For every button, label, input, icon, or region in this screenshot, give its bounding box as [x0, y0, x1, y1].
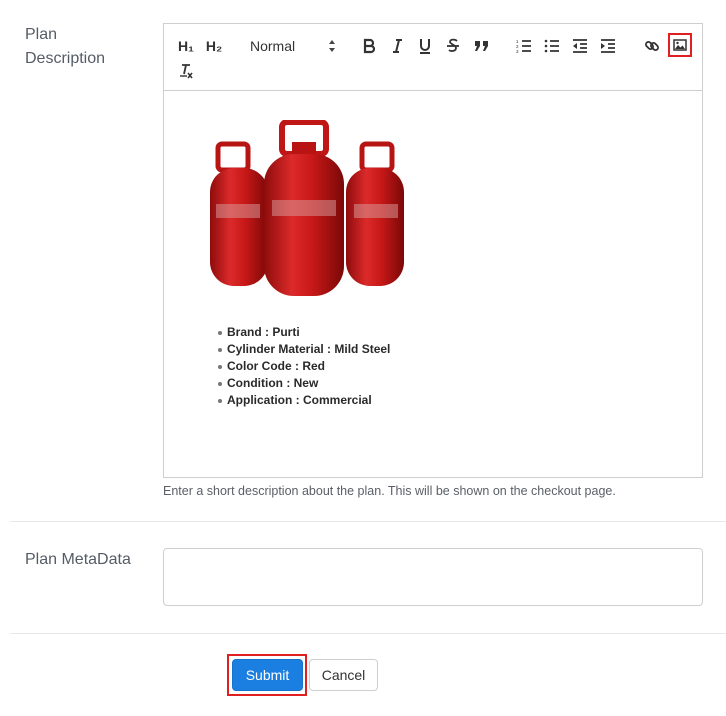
- italic-icon: [390, 38, 404, 54]
- format-select-value: Normal: [250, 38, 296, 54]
- gas-cylinders-image: [204, 119, 414, 300]
- section-divider: [10, 633, 726, 634]
- bullet-list-icon: [544, 39, 560, 53]
- blockquote-button[interactable]: [472, 35, 492, 57]
- clear-format-button[interactable]: [176, 60, 196, 82]
- bullet-list-button[interactable]: [542, 35, 562, 57]
- blockquote-icon: [474, 39, 490, 53]
- plan-description-label-line1: Plan: [25, 26, 58, 43]
- ordered-list-icon: 123: [516, 39, 532, 53]
- underline-icon: [418, 38, 432, 54]
- link-button[interactable]: [642, 35, 662, 57]
- list-item: Brand : Purti: [216, 324, 390, 341]
- cancel-button[interactable]: Cancel: [309, 659, 378, 691]
- plan-description-label: Plan Description: [25, 23, 105, 71]
- list-item: Cylinder Material : Mild Steel: [216, 341, 390, 358]
- list-item: Application : Commercial: [216, 392, 390, 409]
- plan-metadata-label: Plan MetaData: [25, 551, 131, 568]
- format-select[interactable]: Normal: [250, 35, 338, 57]
- plan-metadata-input[interactable]: [163, 548, 703, 606]
- description-bullet-list: Brand : Purti Cylinder Material : Mild S…: [216, 324, 390, 409]
- outdent-icon: [572, 39, 588, 53]
- indent-icon: [600, 39, 616, 53]
- select-arrows-icon: [328, 39, 336, 56]
- italic-button[interactable]: [388, 35, 406, 57]
- bold-button[interactable]: [360, 35, 378, 57]
- description-help-text: Enter a short description about the plan…: [163, 484, 616, 498]
- list-item: Color Code : Red: [216, 358, 390, 375]
- strikethrough-icon: [446, 38, 460, 54]
- editor-content[interactable]: Brand : Purti Cylinder Material : Mild S…: [164, 92, 702, 477]
- svg-text:3: 3: [516, 49, 519, 53]
- description-editor: H₁ H₂ Normal 123 Brand: Purti Cylinder …: [163, 23, 703, 478]
- outdent-button[interactable]: [570, 35, 590, 57]
- submit-button[interactable]: Submit: [232, 659, 303, 691]
- image-button[interactable]: [668, 33, 692, 57]
- header-2-button[interactable]: H₂: [204, 35, 224, 57]
- indent-button[interactable]: [598, 35, 618, 57]
- bold-icon: [362, 38, 376, 54]
- strike-button[interactable]: [444, 35, 462, 57]
- image-icon: [673, 39, 687, 51]
- underline-button[interactable]: [416, 35, 434, 57]
- clear-format-icon: [178, 63, 194, 79]
- section-divider: [10, 521, 726, 522]
- ordered-list-button[interactable]: 123: [514, 35, 534, 57]
- plan-description-label-line2: Description: [25, 50, 106, 67]
- link-icon: [644, 38, 660, 54]
- editor-toolbar: H₁ H₂ Normal 123: [164, 24, 702, 91]
- header-1-button[interactable]: H₁: [176, 35, 196, 57]
- list-item: Condition : New: [216, 375, 390, 392]
